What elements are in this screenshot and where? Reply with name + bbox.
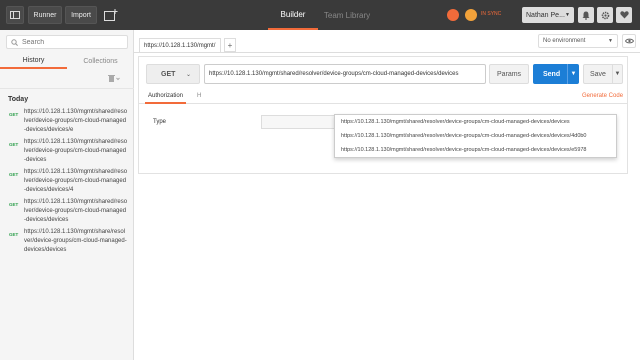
interceptor-icon[interactable]: [447, 9, 459, 21]
add-tab-button[interactable]: +: [224, 38, 236, 52]
import-button[interactable]: Import: [65, 6, 97, 24]
url-suggestions-dropdown: https://10.128.1.130/mgmt/shared/resolve…: [334, 114, 617, 158]
save-button[interactable]: Save ▼: [583, 64, 623, 84]
url-input[interactable]: https://10.128.1.130/mgmt/shared/resolve…: [204, 64, 486, 84]
url-suggestion-item[interactable]: https://10.128.1.130/mgmt/shared/resolve…: [335, 115, 616, 129]
settings-button[interactable]: [597, 7, 613, 23]
divider: [134, 52, 640, 53]
history-day-label: Today: [8, 96, 29, 103]
url-suggestion-item[interactable]: https://10.128.1.130/mgmt/shared/resolve…: [335, 143, 616, 157]
tab-team-library[interactable]: Team Library: [318, 0, 376, 30]
history-list: GET https://10.128.1.130/mgmt/shared/res…: [0, 108, 134, 258]
clear-history-button[interactable]: [108, 74, 126, 84]
request-tab[interactable]: https://10.128.1.130/mgmt/: [139, 38, 221, 52]
history-item[interactable]: GET https://10.128.1.130/mgmt/shared/res…: [0, 168, 134, 198]
gear-icon: [601, 11, 609, 19]
favorite-button[interactable]: [616, 7, 632, 23]
search-input[interactable]: [22, 38, 122, 46]
chevron-down-icon: ⌄: [185, 72, 191, 78]
heart-icon: [619, 11, 629, 19]
chevron-down-icon[interactable]: ▼: [612, 65, 622, 83]
request-subtabs: Authorization H Generate Code: [139, 90, 627, 104]
sync-status-text: IN SYNC: [481, 11, 502, 17]
top-bar: Runner Import Builder Team Library IN SY…: [0, 0, 640, 30]
notifications-button[interactable]: [578, 7, 594, 23]
history-url: https://10.128.1.130/mgmt/shared/resolve…: [24, 199, 128, 223]
params-button[interactable]: Params: [489, 64, 529, 84]
generate-code-link[interactable]: Generate Code: [582, 93, 623, 99]
history-method: GET: [9, 202, 19, 207]
method-value: GET: [161, 70, 176, 78]
history-method: GET: [9, 142, 19, 147]
auth-type-label: Type: [153, 119, 167, 125]
trash-icon: [108, 75, 120, 82]
sidebar-toggle-button[interactable]: [6, 6, 24, 24]
user-menu-button[interactable]: Nathan Pe... ▼: [522, 7, 574, 23]
history-item[interactable]: GET https://10.128.1.130/mgmt/shared/res…: [0, 108, 134, 138]
bell-icon: [582, 11, 590, 20]
chevron-down-icon[interactable]: ▼: [567, 64, 579, 84]
method-select[interactable]: GET ⌄: [146, 64, 200, 84]
history-method: GET: [9, 112, 19, 117]
new-window-button[interactable]: [102, 6, 120, 24]
send-button[interactable]: Send ▼: [533, 64, 579, 84]
history-method: GET: [9, 232, 19, 237]
tab-collections[interactable]: Collections: [67, 53, 134, 69]
tab-history[interactable]: History: [0, 53, 67, 69]
sidebar-tabs: History Collections: [0, 53, 134, 69]
chevron-down-icon: ▼: [608, 38, 613, 44]
history-item[interactable]: GET https://10.128.1.130/mgmt/shared/res…: [0, 138, 134, 168]
environment-select[interactable]: No environment ▼: [538, 34, 618, 48]
history-url: https://10.128.1.130/mgmt/shared/resolve…: [24, 139, 128, 163]
save-label: Save: [590, 70, 606, 78]
history-method: GET: [9, 172, 19, 177]
environment-value: No environment: [543, 38, 586, 44]
tab-builder[interactable]: Builder: [268, 0, 318, 30]
history-url: https://10.128.1.130/mgmt/shared/resolve…: [24, 109, 128, 133]
tab-authorization[interactable]: Authorization: [145, 90, 187, 104]
history-item[interactable]: GET https://10.128.1.130/mgmt/shared/res…: [0, 198, 134, 228]
new-window-icon: [104, 9, 118, 21]
eye-icon: [624, 38, 634, 44]
environment-quick-look-button[interactable]: [622, 34, 636, 48]
user-name: Nathan Pe...: [526, 11, 565, 19]
divider: [0, 88, 134, 89]
history-item[interactable]: GET https://10.128.1.130/mgmt/share/reso…: [0, 228, 134, 258]
sidebar-toggle-icon: [10, 11, 20, 19]
send-label: Send: [543, 70, 561, 78]
sidebar: History Collections Today GET https://10…: [0, 30, 134, 360]
sync-status-icon[interactable]: [465, 9, 477, 21]
url-suggestion-item[interactable]: https://10.128.1.130/mgmt/shared/resolve…: [335, 129, 616, 143]
tab-headers[interactable]: H: [197, 93, 201, 99]
chevron-down-icon: ▼: [565, 12, 570, 18]
search-box[interactable]: [6, 35, 128, 49]
builder-main: https://10.128.1.130/mgmt/ + No environm…: [134, 30, 640, 360]
history-url: https://10.128.1.130/mgmt/share/resolver…: [24, 229, 127, 253]
history-url: https://10.128.1.130/mgmt/shared/resolve…: [24, 169, 128, 193]
search-icon: [11, 38, 18, 46]
runner-button[interactable]: Runner: [28, 6, 62, 24]
